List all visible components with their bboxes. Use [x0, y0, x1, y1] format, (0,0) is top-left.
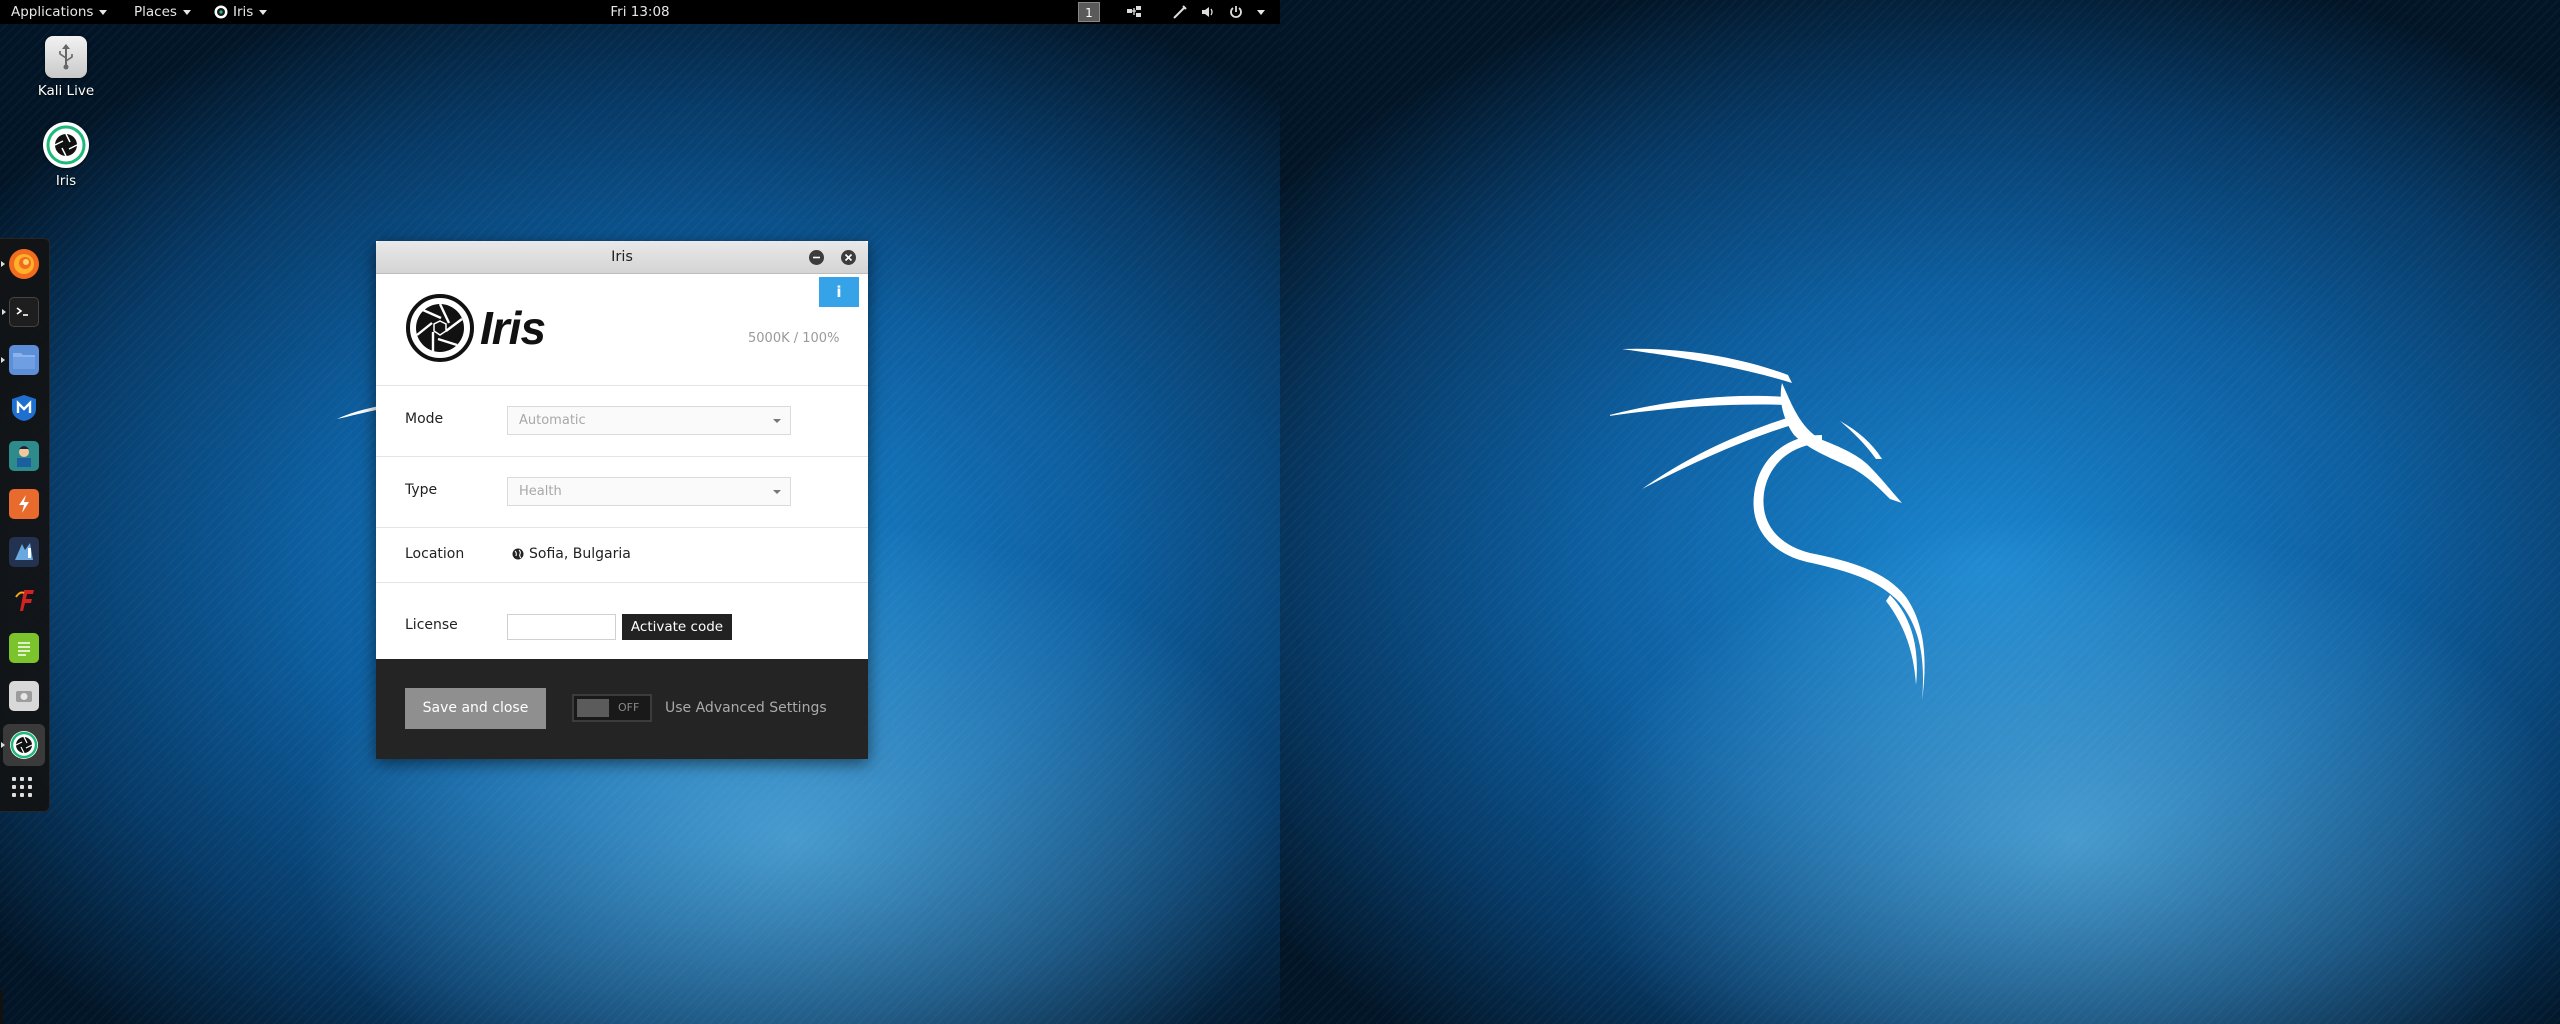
dock-item-terminal[interactable] — [2, 297, 39, 327]
firefox-icon — [14, 254, 34, 274]
chevron-down-icon — [99, 9, 108, 15]
info-icon: i — [836, 283, 842, 301]
aperture-icon — [406, 294, 474, 362]
workspace-indicator[interactable]: 1 — [1078, 2, 1100, 22]
burpsuite-icon — [19, 495, 29, 513]
app-menu[interactable]: Iris — [214, 0, 268, 24]
minimize-icon — [813, 256, 820, 259]
iris-window: Iris i Iris 5000K / 100% Mode Automatic — [376, 241, 868, 759]
faraday-icon — [15, 590, 34, 611]
close-icon — [844, 253, 853, 262]
chevron-down-icon — [259, 9, 268, 15]
type-value: Health — [519, 484, 562, 499]
advanced-settings-toggle[interactable]: OFF — [572, 694, 652, 722]
metasploit-icon — [12, 395, 36, 421]
dock-item-metasploit[interactable] — [9, 393, 39, 423]
beef-icon — [15, 543, 33, 560]
advanced-settings-label: Use Advanced Settings — [665, 700, 827, 716]
dock — [0, 238, 50, 812]
location-row: Location Sofia, Bulgaria — [376, 527, 868, 583]
mode-select[interactable]: Automatic — [507, 406, 791, 435]
dock-item-armitage[interactable] — [9, 441, 39, 471]
iris-app-icon — [43, 122, 89, 168]
dock-item-burpsuite[interactable] — [9, 489, 39, 519]
places-label: Places — [134, 4, 177, 20]
window-footer: Save and close OFF Use Advanced Settings — [376, 659, 868, 759]
license-row: License Activate code — [376, 582, 868, 660]
running-indicator — [2, 309, 6, 315]
minimize-button[interactable] — [809, 250, 824, 265]
kali-dragon-logo — [1610, 348, 1925, 701]
dock-item-firefox[interactable] — [1, 249, 39, 279]
iris-small-icon — [214, 5, 228, 19]
volume-icon[interactable] — [1200, 4, 1216, 20]
screenshot-icon — [16, 691, 32, 702]
window-title: Iris — [611, 249, 633, 265]
iris-logo: Iris — [405, 293, 546, 363]
chevron-down-icon — [773, 419, 781, 423]
usb-drive-icon — [45, 36, 87, 78]
desktop-icon-kali-live[interactable]: Kali Live — [21, 36, 111, 99]
app-menu-label: Iris — [233, 4, 254, 20]
toggle-state: OFF — [618, 701, 640, 714]
type-row: Type Health — [376, 456, 868, 528]
armitage-icon — [17, 446, 31, 467]
running-indicator — [1, 261, 5, 267]
window-titlebar[interactable]: Iris — [376, 241, 868, 274]
applications-menu[interactable]: Applications — [11, 0, 108, 24]
text-editor-icon — [18, 642, 30, 656]
screen-edge-indicator — [0, 990, 3, 1024]
running-indicator — [1, 357, 5, 363]
color-temp-brightness-stats: 5000K / 100% — [748, 331, 840, 346]
places-menu[interactable]: Places — [134, 0, 191, 24]
dock-item-iris[interactable] — [1, 724, 45, 766]
license-input[interactable] — [507, 614, 616, 640]
close-button[interactable] — [841, 250, 856, 265]
iris-icon — [10, 731, 38, 759]
grid-icon[interactable] — [12, 777, 36, 801]
activate-code-button[interactable]: Activate code — [622, 614, 732, 640]
desktop-icon-label: Kali Live — [37, 83, 95, 99]
mode-row: Mode Automatic — [376, 385, 868, 457]
location-value: Sofia, Bulgaria — [529, 546, 631, 562]
power-icon[interactable] — [1228, 4, 1244, 20]
location-value-group: Sofia, Bulgaria — [512, 546, 631, 562]
running-indicator — [1, 742, 5, 748]
toggle-knob — [577, 699, 609, 717]
chevron-down-icon — [773, 490, 781, 494]
save-and-close-button[interactable]: Save and close — [405, 688, 546, 729]
clock[interactable]: Fri 13:08 — [610, 4, 669, 20]
dock-item-faraday[interactable] — [9, 585, 39, 615]
mode-label: Mode — [405, 411, 444, 427]
network-icon[interactable] — [1126, 4, 1142, 20]
monitor-right — [1280, 0, 2560, 1024]
dock-item-screenshot[interactable] — [9, 681, 39, 711]
license-label: License — [405, 617, 458, 633]
terminal-icon — [16, 307, 28, 316]
mode-value: Automatic — [519, 413, 586, 428]
info-button[interactable]: i — [819, 277, 859, 307]
logo-text: Iris — [480, 302, 546, 354]
location-label: Location — [405, 546, 465, 562]
tool-icon[interactable] — [1172, 4, 1188, 20]
type-label: Type — [405, 482, 438, 498]
folder-icon — [13, 353, 35, 369]
dock-item-text-editor[interactable] — [9, 633, 39, 663]
applications-label: Applications — [11, 4, 94, 20]
globe-icon — [512, 548, 524, 560]
top-panel: Applications Places Iris Fri 13:08 1 — [0, 0, 1280, 24]
system-menu-chevron-icon[interactable] — [1257, 10, 1265, 15]
type-select[interactable]: Health — [507, 477, 791, 506]
dock-item-file-manager[interactable] — [1, 345, 39, 375]
desktop-icon-iris[interactable]: Iris — [21, 122, 111, 189]
chevron-down-icon — [182, 9, 191, 15]
desktop-icon-label: Iris — [55, 173, 77, 189]
dock-item-beef[interactable] — [9, 537, 39, 567]
